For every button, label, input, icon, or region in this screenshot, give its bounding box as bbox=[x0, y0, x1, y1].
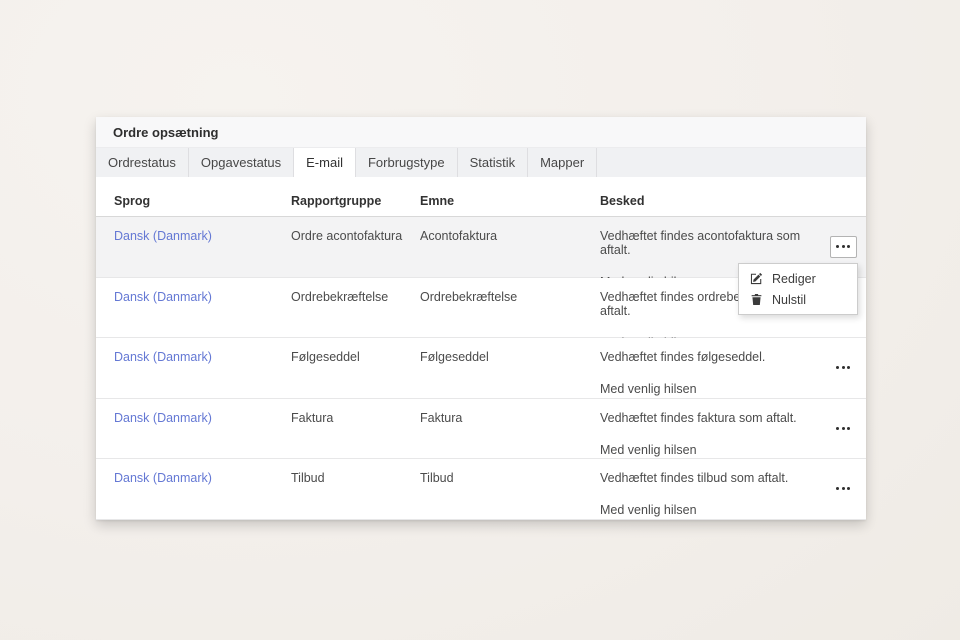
besked-line1: Vedhæftet findes tilbud som aftalt. bbox=[600, 471, 820, 485]
more-options-button[interactable] bbox=[832, 360, 854, 375]
emne-cell: Tilbud bbox=[420, 459, 600, 519]
table-row: Dansk (Danmark) Faktura Faktura Vedhæfte… bbox=[96, 399, 866, 460]
tab-opgavestatus[interactable]: Opgavestatus bbox=[189, 148, 294, 177]
rapportgruppe-cell: Ordre acontofaktura bbox=[291, 217, 420, 277]
tab-statistik[interactable]: Statistik bbox=[458, 148, 529, 177]
tab-bar: Ordrestatus Opgavestatus E-mail Forbrugs… bbox=[96, 148, 866, 177]
table-header: Sprog Rapportgruppe Emne Besked bbox=[96, 177, 866, 217]
sprog-link[interactable]: Dansk (Danmark) bbox=[114, 350, 212, 364]
rapportgruppe-cell: Faktura bbox=[291, 399, 420, 459]
menu-item-nulstil[interactable]: Nulstil bbox=[739, 289, 857, 310]
trash-icon bbox=[750, 293, 763, 306]
tab-ordrestatus[interactable]: Ordrestatus bbox=[96, 148, 189, 177]
page-title: Ordre opsætning bbox=[113, 125, 218, 140]
rapportgruppe-cell: Tilbud bbox=[291, 459, 420, 519]
emne-cell: Faktura bbox=[420, 399, 600, 459]
table-row: Dansk (Danmark) Følgeseddel Følgeseddel … bbox=[96, 338, 866, 399]
column-header-besked: Besked bbox=[600, 194, 820, 216]
edit-icon bbox=[750, 272, 763, 285]
tab-email[interactable]: E-mail bbox=[294, 148, 356, 177]
emne-cell: Acontofaktura bbox=[420, 217, 600, 277]
column-header-rapportgruppe: Rapportgruppe bbox=[291, 194, 420, 216]
besked-cell: Vedhæftet findes tilbud som aftalt. Med … bbox=[600, 459, 820, 519]
sprog-link[interactable]: Dansk (Danmark) bbox=[114, 411, 212, 425]
emne-cell: Ordrebekræftelse bbox=[420, 278, 600, 338]
more-options-icon bbox=[836, 245, 850, 248]
menu-item-rediger[interactable]: Rediger bbox=[739, 268, 857, 289]
besked-cell: Vedhæftet findes faktura som aftalt. Med… bbox=[600, 399, 820, 459]
rapportgruppe-cell: Følgeseddel bbox=[291, 338, 420, 398]
more-options-button[interactable] bbox=[832, 481, 854, 496]
besked-line1: Vedhæftet findes faktura som aftalt. bbox=[600, 411, 820, 425]
row-context-menu: Rediger Nulstil bbox=[738, 263, 858, 315]
panel-header: Ordre opsætning bbox=[96, 117, 866, 148]
sprog-link[interactable]: Dansk (Danmark) bbox=[114, 290, 212, 304]
sprog-link[interactable]: Dansk (Danmark) bbox=[114, 229, 212, 243]
rapportgruppe-cell: Ordrebekræftelse bbox=[291, 278, 420, 338]
besked-line2: Med venlig hilsen bbox=[600, 503, 820, 517]
emne-cell: Følgeseddel bbox=[420, 338, 600, 398]
besked-line1: Vedhæftet findes acontofaktura som aftal… bbox=[600, 229, 820, 257]
besked-line2: Med venlig hilsen bbox=[600, 443, 820, 457]
ordre-opsaetning-panel: Ordre opsætning Ordrestatus Opgavestatus… bbox=[96, 117, 866, 520]
sprog-link[interactable]: Dansk (Danmark) bbox=[114, 471, 212, 485]
column-header-sprog: Sprog bbox=[114, 194, 291, 216]
besked-cell: Vedhæftet findes følgeseddel. Med venlig… bbox=[600, 338, 820, 398]
tab-forbrugstype[interactable]: Forbrugstype bbox=[356, 148, 458, 177]
column-header-emne: Emne bbox=[420, 194, 600, 216]
more-options-button[interactable] bbox=[832, 421, 854, 436]
besked-line2: Med venlig hilsen bbox=[600, 382, 820, 396]
more-options-button[interactable] bbox=[830, 236, 857, 258]
besked-line1: Vedhæftet findes følgeseddel. bbox=[600, 350, 820, 364]
table-row: Dansk (Danmark) Tilbud Tilbud Vedhæftet … bbox=[96, 459, 866, 520]
tab-mapper[interactable]: Mapper bbox=[528, 148, 597, 177]
